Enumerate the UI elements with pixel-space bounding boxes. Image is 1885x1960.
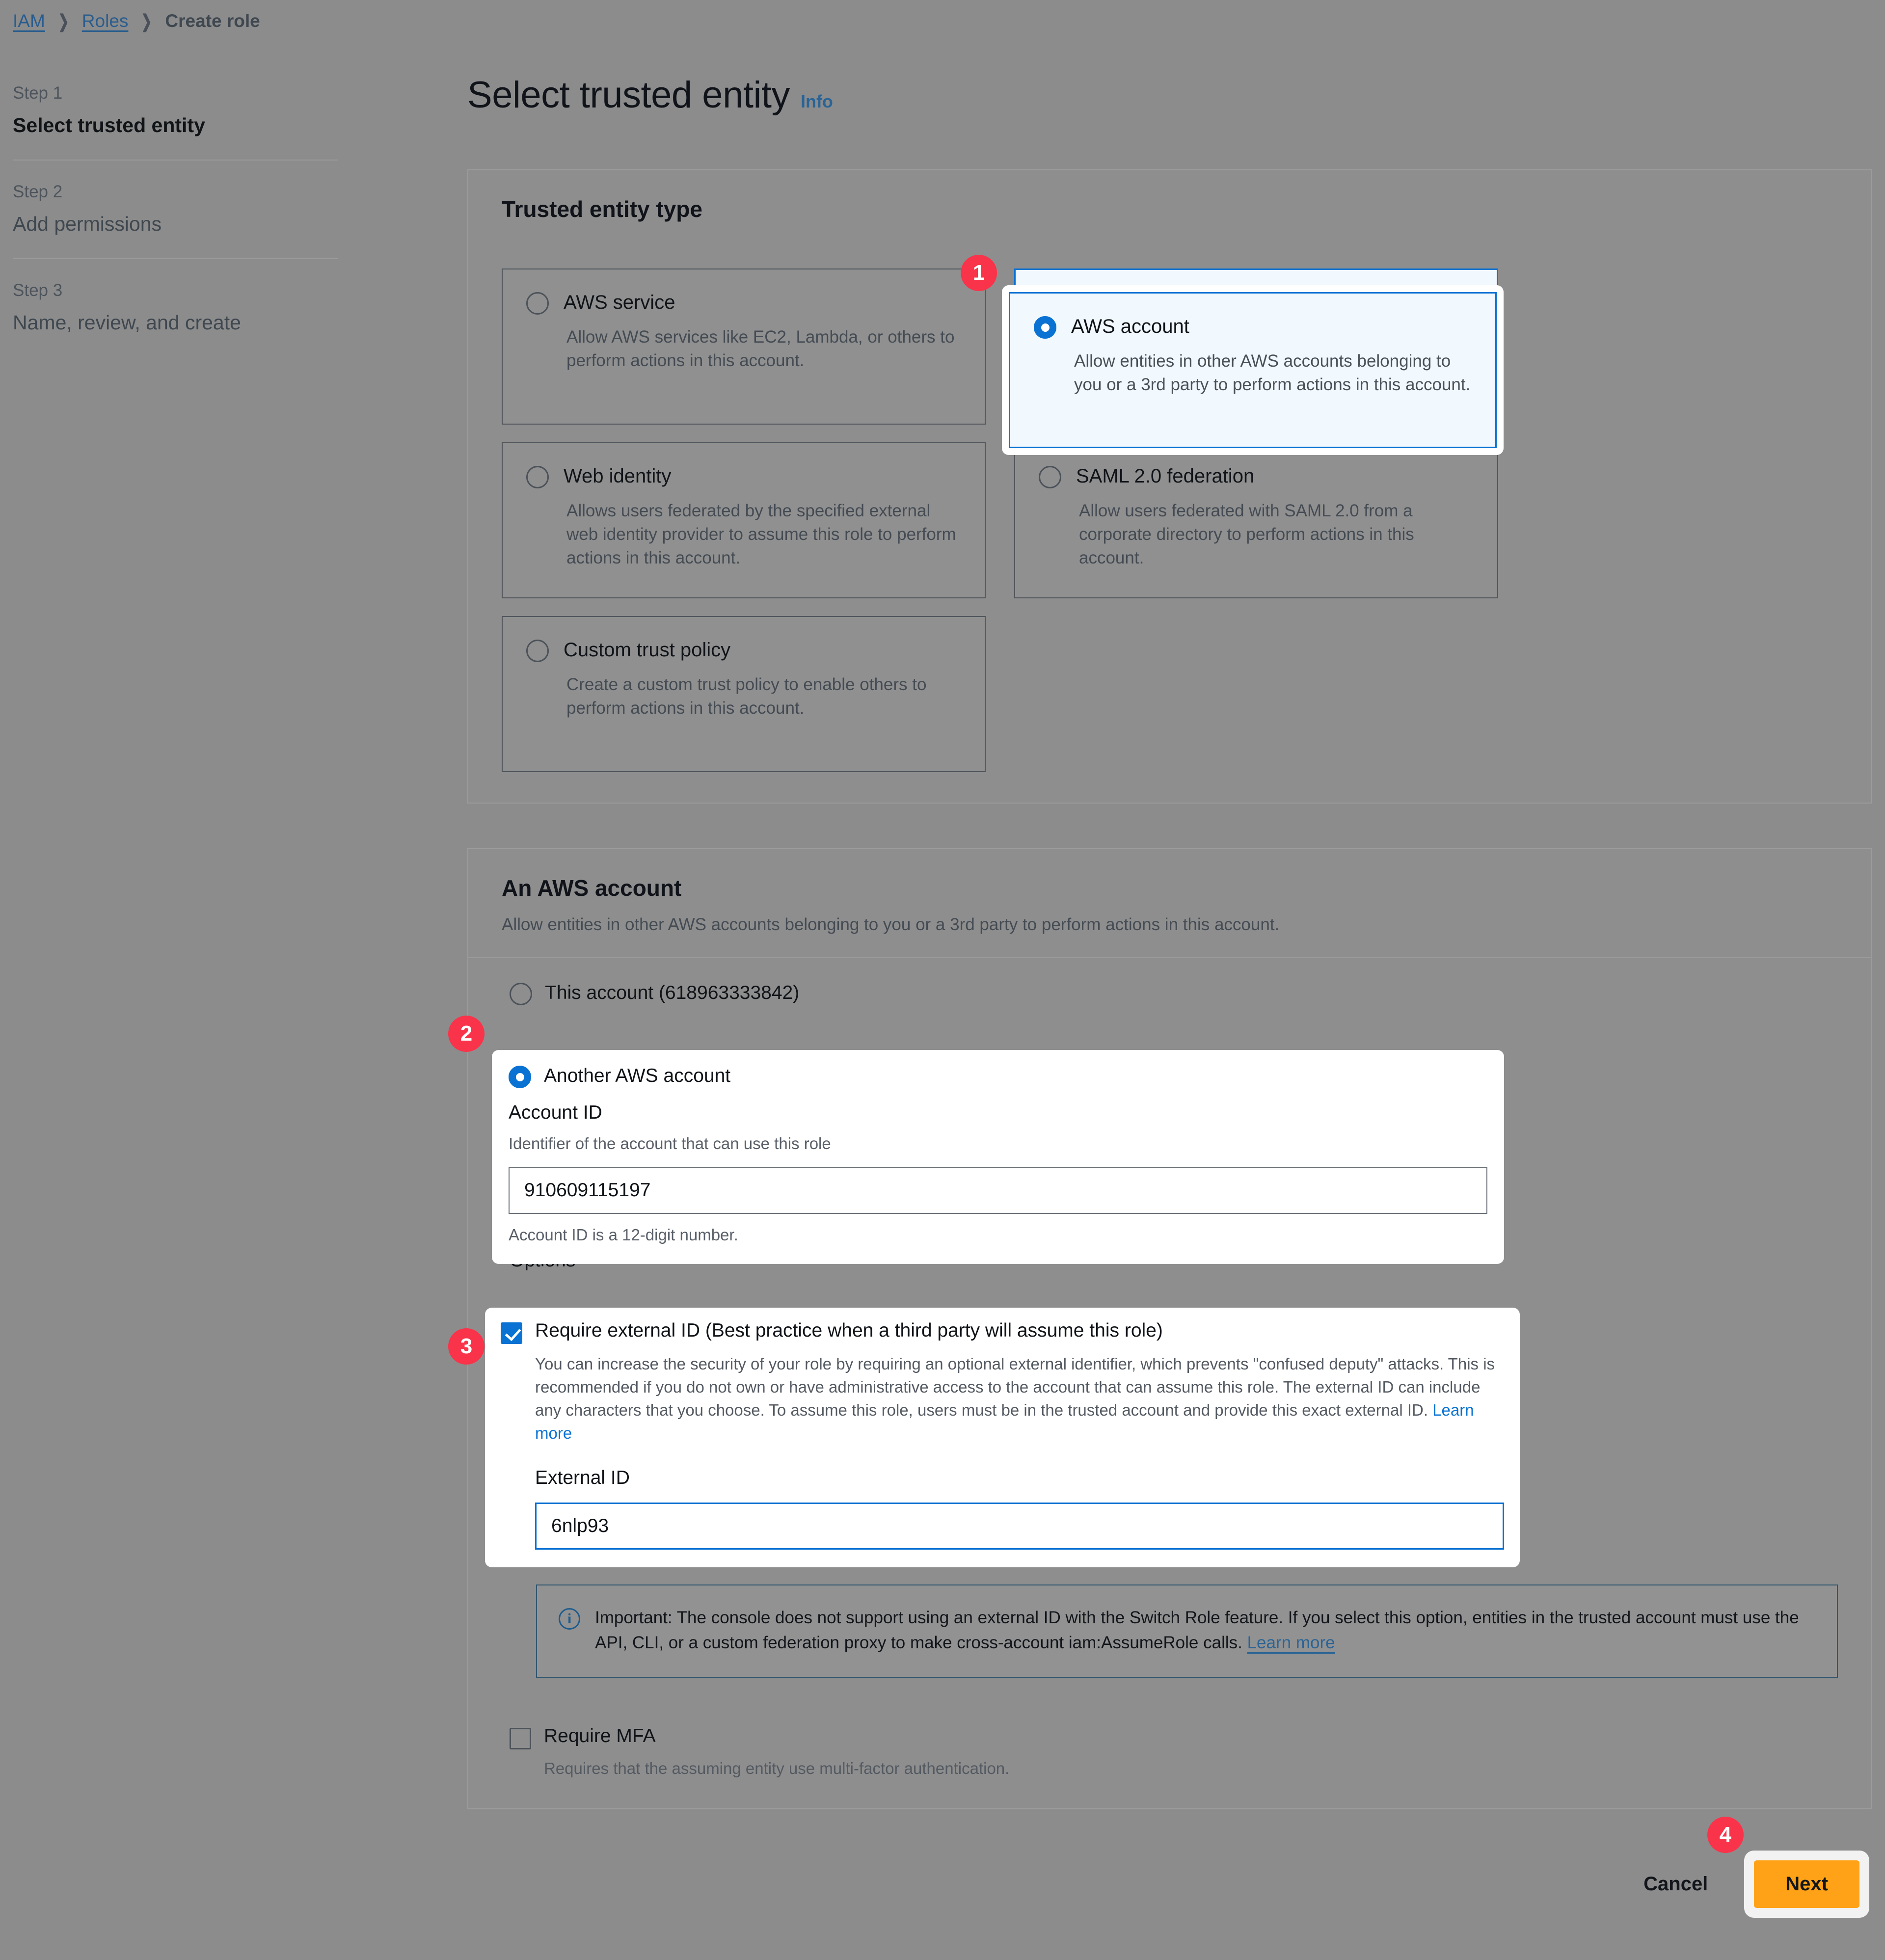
account-id-label: Account ID	[509, 1102, 602, 1123]
tile-saml-federation-description: Allow users federated with SAML 2.0 from…	[1079, 501, 1414, 567]
step-1-number: Step 1	[13, 83, 63, 103]
account-id-note: Account ID is a 12-digit number.	[509, 1226, 738, 1244]
tile-web-identity-label: Web identity	[564, 465, 672, 487]
require-mfa-option[interactable]: Require MFA Requires that the assuming e…	[502, 1725, 1838, 1778]
external-id-label: External ID	[535, 1467, 630, 1489]
annotation-badge-1: 1	[961, 255, 997, 291]
require-mfa-label: Require MFA	[544, 1725, 656, 1747]
an-aws-account-header: An AWS account Allow entities in other A…	[468, 849, 1871, 958]
radio-aws-account-icon[interactable]	[1034, 316, 1056, 339]
step-2-title: Add permissions	[13, 213, 162, 235]
highlight-next-button: Next	[1744, 1851, 1869, 1918]
option-another-aws-account-label: Another AWS account	[544, 1065, 731, 1086]
an-aws-account-description: Allow entities in other AWS accounts bel…	[502, 915, 1280, 934]
require-external-id-label: Require external ID (Best practice when …	[535, 1320, 1163, 1341]
tile-saml-federation[interactable]: SAML 2.0 federation Allow users federate…	[1014, 442, 1498, 598]
wizard-footer: Cancel Next	[467, 1851, 1872, 1918]
breadcrumb-item-iam[interactable]: IAM	[13, 11, 45, 31]
annotation-badge-2: 2	[448, 1016, 485, 1052]
external-id-input[interactable]: 6nlp93	[535, 1503, 1504, 1550]
tile-aws-account-description: Allow entities in other AWS accounts bel…	[1074, 351, 1471, 394]
alert-learn-more-link[interactable]: Learn more	[1247, 1633, 1335, 1652]
wizard-step-nav: Step 1 Select trusted entity Step 2 Add …	[13, 69, 338, 357]
require-external-id-option[interactable]: Require external ID (Best practice when …	[501, 1320, 1504, 1344]
tile-saml-federation-label: SAML 2.0 federation	[1076, 465, 1255, 487]
annotation-badge-3: 3	[448, 1328, 485, 1365]
annotation-badge-4: 4	[1707, 1817, 1744, 1853]
radio-another-aws-account-icon[interactable]	[509, 1066, 531, 1088]
step-1-title: Select trusted entity	[13, 114, 205, 136]
info-icon: i	[559, 1608, 580, 1630]
step-3-title: Name, review, and create	[13, 311, 241, 334]
option-this-account[interactable]: This account (618963333842)	[502, 982, 1838, 1005]
breadcrumb-item-create-role: Create role	[165, 11, 260, 31]
trusted-entity-type-title: Trusted entity type	[502, 196, 702, 222]
an-aws-account-title: An AWS account	[502, 875, 682, 901]
next-button[interactable]: Next	[1754, 1860, 1859, 1908]
external-id-important-alert: i Important: The console does not suppor…	[536, 1584, 1838, 1678]
require-mfa-description: Requires that the assuming entity use mu…	[544, 1759, 1010, 1778]
external-id-alert-body: Important: The console does not support …	[595, 1608, 1799, 1653]
page-title: Select trusted entity	[467, 74, 790, 116]
tile-custom-trust-policy-label: Custom trust policy	[564, 639, 731, 661]
page-root: IAM ❯ Roles ❯ Create role Step 1 Select …	[0, 0, 1885, 1960]
require-external-id-description: You can increase the security of your ro…	[535, 1353, 1504, 1445]
step-3[interactable]: Step 3 Name, review, and create	[13, 258, 338, 357]
radio-saml-federation-icon[interactable]	[1039, 466, 1061, 488]
tile-web-identity[interactable]: Web identity Allows users federated by t…	[502, 442, 986, 598]
account-id-hint: Identifier of the account that can use t…	[509, 1134, 831, 1153]
tile-aws-service[interactable]: AWS service Allow AWS services like EC2,…	[502, 268, 986, 425]
breadcrumb-chevron-icon: ❯	[58, 11, 69, 31]
page-header: Select trusted entity Info	[467, 74, 833, 116]
info-link[interactable]: Info	[801, 91, 833, 112]
require-external-id-description-body: You can increase the security of your ro…	[535, 1355, 1495, 1419]
step-1[interactable]: Step 1 Select trusted entity	[13, 69, 338, 160]
step-2[interactable]: Step 2 Add permissions	[13, 160, 338, 258]
cancel-button[interactable]: Cancel	[1627, 1862, 1724, 1906]
breadcrumb-item-roles[interactable]: Roles	[82, 11, 129, 31]
account-id-input[interactable]: 910609115197	[509, 1167, 1487, 1214]
checkbox-require-external-id-icon[interactable]	[501, 1322, 522, 1344]
breadcrumb: IAM ❯ Roles ❯ Create role	[13, 11, 260, 31]
tile-aws-service-label: AWS service	[564, 292, 675, 313]
trusted-entity-type-header: Trusted entity type	[468, 170, 1871, 245]
external-id-field-group: External ID 6nlp93	[535, 1467, 1504, 1550]
tile-aws-service-description: Allow AWS services like EC2, Lambda, or …	[566, 327, 955, 370]
external-id-alert-text: Important: The console does not support …	[595, 1605, 1815, 1655]
highlight-another-aws-account: Another AWS account Account ID Identifie…	[492, 1050, 1504, 1264]
option-another-aws-account[interactable]: Another AWS account	[509, 1065, 1487, 1088]
tile-web-identity-description: Allows users federated by the specified …	[566, 501, 956, 567]
tile-aws-account-label: AWS account	[1071, 316, 1189, 337]
step-3-number: Step 3	[13, 281, 63, 300]
highlight-require-external-id: Require external ID (Best practice when …	[485, 1308, 1520, 1568]
checkbox-require-mfa-icon[interactable]	[510, 1728, 531, 1750]
step-2-number: Step 2	[13, 182, 63, 201]
radio-this-account-icon[interactable]	[510, 983, 532, 1005]
trusted-entity-type-panel: Trusted entity type AWS service Allow AW…	[467, 169, 1872, 804]
tile-aws-account-highlighted[interactable]: AWS account Allow entities in other AWS …	[1009, 292, 1497, 448]
tile-custom-trust-policy-description: Create a custom trust policy to enable o…	[566, 675, 927, 718]
radio-custom-trust-policy-icon[interactable]	[526, 640, 549, 662]
radio-web-identity-icon[interactable]	[526, 466, 549, 488]
option-this-account-label: This account (618963333842)	[545, 982, 800, 1003]
breadcrumb-chevron-icon: ❯	[141, 11, 153, 31]
highlight-aws-account-tile: AWS account Allow entities in other AWS …	[1002, 285, 1504, 455]
tile-custom-trust-policy[interactable]: Custom trust policy Create a custom trus…	[502, 616, 986, 772]
radio-aws-service-icon[interactable]	[526, 292, 549, 315]
